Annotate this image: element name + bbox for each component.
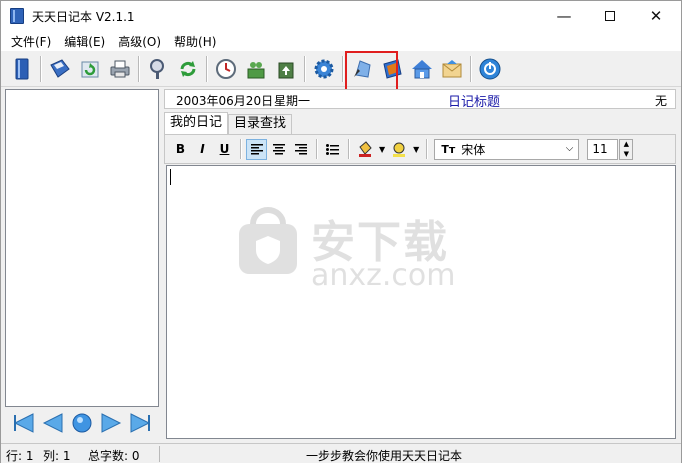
align-right-button[interactable]: [290, 139, 311, 160]
clock-icon[interactable]: [212, 55, 240, 83]
user-add-icon[interactable]: [272, 55, 300, 83]
maximize-icon: [605, 11, 615, 21]
format-toolbar: B I U ▼ ▼ Tт 宋体 ⌵ 11 ▲ ▼: [164, 134, 676, 164]
tab-directory-search[interactable]: 目录查找: [228, 114, 293, 134]
close-button[interactable]: ✕: [633, 1, 679, 31]
toolbar-separator: [470, 55, 472, 82]
diary-weekday: 星期一: [274, 94, 311, 108]
shield-bag-icon: [239, 207, 297, 274]
chevron-down-icon[interactable]: ▼: [379, 145, 385, 154]
align-left-icon: [250, 143, 263, 154]
status-message: 一步步教会你使用天天日记本: [306, 449, 463, 463]
refresh-icon[interactable]: [76, 55, 104, 83]
search-icon[interactable]: [144, 55, 172, 83]
diary-header: 2003年06月20日 星期一 日记标题 无: [164, 89, 676, 110]
spin-up-icon[interactable]: ▲: [624, 140, 629, 148]
highlighter-icon: [392, 142, 405, 157]
app-book-icon: [10, 8, 24, 24]
notebook-icon[interactable]: [8, 55, 36, 83]
text-caret: [170, 169, 171, 185]
menu-bar: 文件(F) 编辑(E) 高级(O) 帮助(H): [1, 31, 681, 51]
truetype-icon: Tт: [441, 142, 456, 156]
diary-date[interactable]: 2003年06月20日: [176, 92, 273, 109]
align-center-icon: [272, 143, 285, 154]
main-toolbar: [1, 51, 681, 87]
toolbar-separator: [426, 139, 429, 159]
tab-my-diary[interactable]: 我的日记: [164, 112, 229, 135]
toolbar-separator: [316, 139, 318, 159]
home-icon[interactable]: [408, 55, 436, 83]
toolbar-separator: [342, 55, 344, 82]
watermark-url: anxz.com: [311, 258, 456, 293]
menu-help[interactable]: 帮助(H): [168, 33, 223, 50]
spin-down-icon[interactable]: ▼: [624, 150, 629, 158]
title-bar: 天天日记本 V2.1.1 — ✕: [1, 1, 681, 31]
tab-strip: 我的日记 目录查找: [164, 112, 293, 135]
print-icon[interactable]: [106, 55, 134, 83]
diary-weather[interactable]: 无: [655, 92, 667, 109]
status-row: 行: 1: [6, 449, 34, 463]
font-size-spinner[interactable]: ▲ ▼: [619, 138, 634, 160]
minimize-button[interactable]: —: [541, 1, 587, 31]
nav-buttons: [5, 407, 159, 439]
mail-icon[interactable]: [438, 55, 466, 83]
align-right-icon: [294, 143, 307, 154]
font-size-input[interactable]: 11: [587, 138, 619, 160]
highlight-color-button[interactable]: [388, 139, 409, 160]
today-icon[interactable]: [69, 410, 95, 436]
sync-icon[interactable]: [174, 55, 202, 83]
next-page-icon[interactable]: [98, 410, 124, 436]
bold-button[interactable]: B: [170, 139, 191, 160]
menu-advanced[interactable]: 高级(O): [112, 33, 168, 50]
font-family-select[interactable]: Tт 宋体 ⌵: [434, 138, 580, 160]
diary-title[interactable]: 日记标题: [448, 91, 500, 110]
paint-bucket-icon: [358, 141, 372, 157]
power-icon[interactable]: [476, 55, 504, 83]
bullet-list-icon: [326, 143, 339, 155]
menu-edit[interactable]: 编辑(E): [58, 33, 112, 50]
status-separator: [159, 446, 160, 462]
font-name: 宋体: [461, 142, 486, 157]
align-center-button[interactable]: [268, 139, 289, 160]
diary-list-panel[interactable]: [5, 89, 159, 407]
watermark: 安下载 anxz.com: [233, 206, 533, 296]
toolbar-separator: [138, 55, 140, 82]
underline-button[interactable]: U: [214, 139, 235, 160]
user-group-icon[interactable]: [242, 55, 270, 83]
window-title: 天天日记本 V2.1.1: [32, 9, 135, 24]
diary-editor[interactable]: 安下载 anxz.com: [166, 165, 676, 439]
italic-button[interactable]: I: [192, 139, 213, 160]
status-bar: 行: 1 列: 1 总字数: 0 一步步教会你使用天天日记本: [1, 443, 681, 463]
chevron-down-icon[interactable]: ▼: [413, 145, 419, 154]
status-word-count: 总字数: 0: [88, 449, 140, 463]
menu-file[interactable]: 文件(F): [5, 33, 58, 50]
text-color-button[interactable]: [354, 139, 375, 160]
toolbar-separator: [240, 139, 242, 159]
last-page-icon[interactable]: [127, 410, 153, 436]
prev-page-icon[interactable]: [40, 410, 66, 436]
first-page-icon[interactable]: [11, 410, 37, 436]
toolbar-separator: [40, 55, 42, 82]
settings-gear-icon[interactable]: [310, 55, 338, 83]
save-disk-icon[interactable]: [46, 55, 74, 83]
align-left-button[interactable]: [246, 138, 267, 160]
toolbar-separator: [206, 55, 208, 82]
maximize-button[interactable]: [587, 1, 633, 31]
toolbar-separator: [348, 139, 350, 159]
app-window: 天天日记本 V2.1.1 — ✕ 文件(F) 编辑(E) 高级(O) 帮助(H): [0, 0, 682, 463]
status-col: 列: 1: [43, 449, 71, 463]
toolbar-separator: [304, 55, 306, 82]
bullet-list-button[interactable]: [322, 139, 343, 160]
chevron-down-icon: ⌵: [565, 142, 574, 154]
